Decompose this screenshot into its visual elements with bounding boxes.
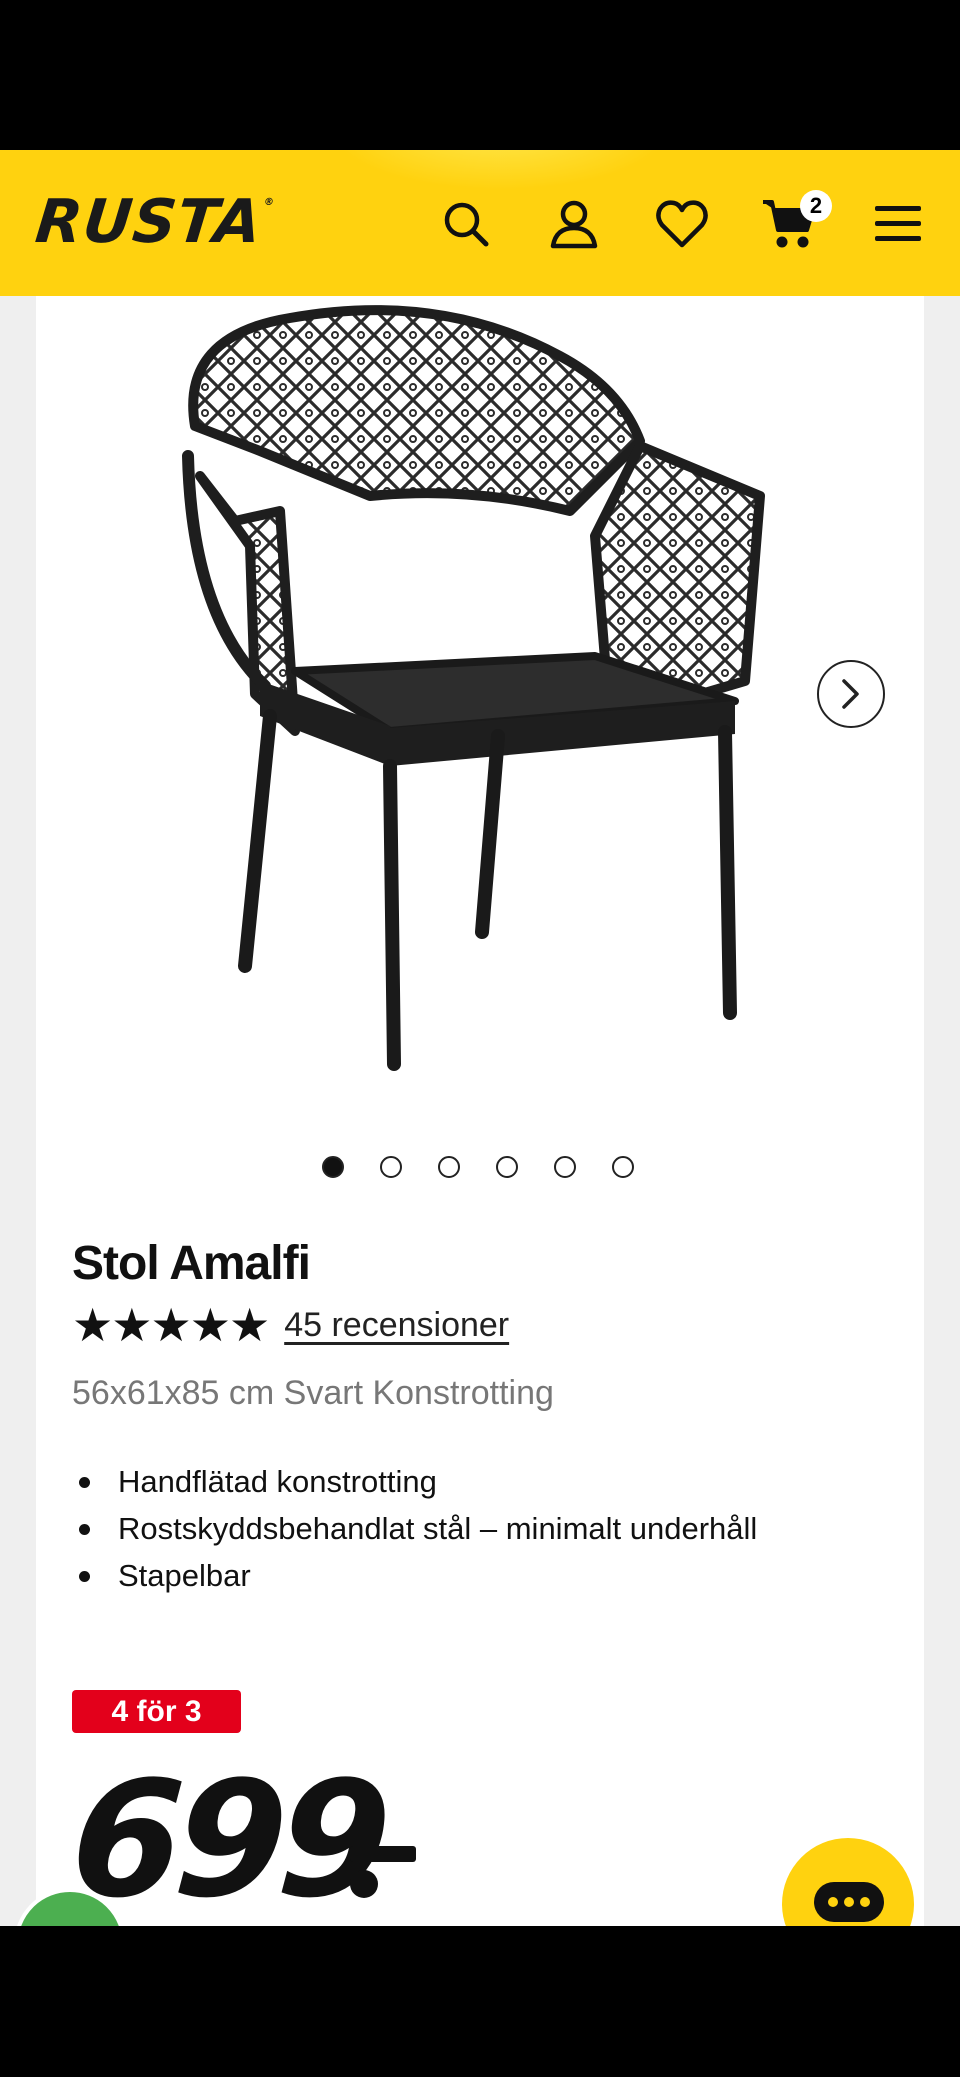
price: 699 xyxy=(65,1746,389,1933)
status-bar xyxy=(0,0,960,150)
price-dash xyxy=(350,1846,416,1862)
gallery-next-button[interactable] xyxy=(817,660,885,728)
gallery-dot[interactable] xyxy=(612,1156,634,1178)
feature-item: Stapelbar xyxy=(72,1552,757,1599)
menu-icon[interactable] xyxy=(868,194,928,254)
feature-item: Rostskyddsbehandlat stål – minimalt unde… xyxy=(72,1505,757,1552)
gallery-dot[interactable] xyxy=(438,1156,460,1178)
product-title: Stol Amalfi xyxy=(72,1237,311,1290)
rating-row: ★★★★★ 45 recensioner xyxy=(72,1302,509,1348)
rating-stars: ★★★★★ xyxy=(72,1299,270,1351)
gallery-dot[interactable] xyxy=(380,1156,402,1178)
site-header: RUSTA® 2 xyxy=(0,150,960,296)
gallery-dot[interactable] xyxy=(496,1156,518,1178)
feature-list: Handflätad konstrotting Rostskyddsbehand… xyxy=(72,1458,757,1599)
reviews-link[interactable]: 45 recensioner xyxy=(284,1306,509,1345)
heart-icon[interactable] xyxy=(652,194,712,254)
gallery-pagination xyxy=(322,1156,634,1178)
price-dot xyxy=(350,1870,378,1898)
promo-badge: 4 för 3 xyxy=(72,1690,241,1733)
navigation-bar xyxy=(0,1926,960,2077)
feature-item: Handflätad konstrotting xyxy=(72,1458,757,1505)
header-glow xyxy=(330,150,670,190)
chevron-right-icon xyxy=(842,679,859,709)
rusta-logo[interactable]: RUSTA® xyxy=(32,187,276,257)
cart-count-badge: 2 xyxy=(800,190,832,222)
search-icon[interactable] xyxy=(436,194,496,254)
account-icon[interactable] xyxy=(544,194,604,254)
chat-icon xyxy=(814,1882,884,1922)
product-subtitle: 56x61x85 cm Svart Konstrotting xyxy=(72,1374,554,1412)
gallery-dot[interactable] xyxy=(322,1156,344,1178)
gallery-dot[interactable] xyxy=(554,1156,576,1178)
product-image[interactable] xyxy=(140,296,790,1096)
